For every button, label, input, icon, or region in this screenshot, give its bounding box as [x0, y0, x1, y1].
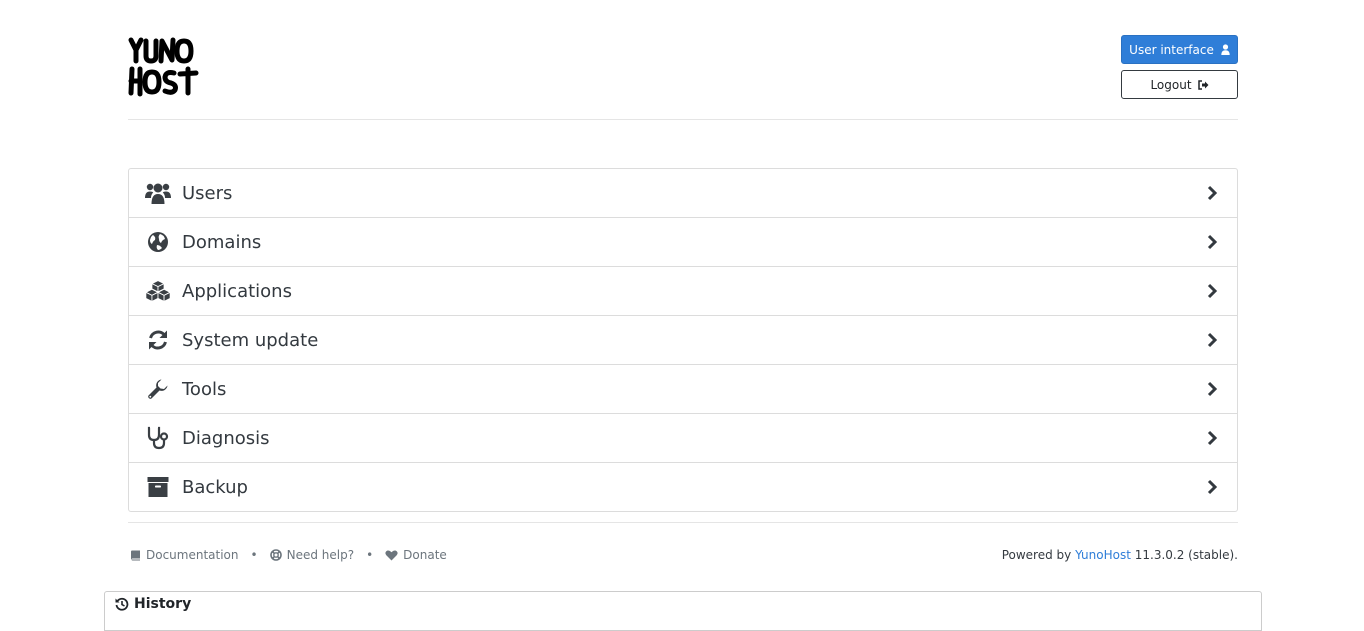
- menu-item-domains[interactable]: Domains: [129, 218, 1237, 267]
- version-text: 11.3.0.2 (stable).: [1134, 548, 1238, 562]
- menu-item-backup[interactable]: Backup: [129, 463, 1237, 511]
- need-help-link[interactable]: Need help?: [269, 548, 355, 562]
- menu-item-label: Domains: [182, 231, 262, 253]
- sign-out-icon: [1197, 79, 1209, 90]
- globe-icon: [145, 229, 171, 255]
- history-title: History: [134, 596, 192, 612]
- cubes-icon: [145, 278, 171, 304]
- header: User interface Logout: [128, 0, 1238, 120]
- need-help-label: Need help?: [286, 548, 355, 562]
- history-header[interactable]: History: [115, 596, 191, 612]
- chevron-right-icon: [1207, 479, 1218, 495]
- menu-item-applications[interactable]: Applications: [129, 267, 1237, 316]
- chevron-right-icon: [1207, 430, 1218, 446]
- book-icon: [131, 550, 140, 560]
- logout-button[interactable]: Logout: [1121, 70, 1238, 99]
- archive-icon: [145, 474, 171, 500]
- user-interface-button[interactable]: User interface: [1121, 35, 1238, 64]
- separator: •: [250, 548, 258, 562]
- menu-item-label: Tools: [182, 378, 227, 400]
- refresh-icon: [145, 327, 171, 353]
- footer-divider: [128, 522, 1238, 523]
- chevron-right-icon: [1207, 185, 1218, 201]
- main-menu: Users Domains Applications System update…: [128, 168, 1238, 512]
- wrench-icon: [145, 376, 171, 402]
- menu-item-label: Applications: [182, 280, 292, 302]
- heart-icon: [385, 550, 398, 560]
- menu-item-users[interactable]: Users: [129, 169, 1237, 218]
- logout-label: Logout: [1150, 77, 1192, 92]
- chevron-right-icon: [1207, 381, 1218, 397]
- donate-link[interactable]: Donate: [385, 548, 447, 562]
- history-panel[interactable]: History: [104, 591, 1262, 631]
- chevron-right-icon: [1207, 234, 1218, 250]
- menu-item-label: Diagnosis: [182, 427, 270, 449]
- menu-item-diagnosis[interactable]: Diagnosis: [129, 414, 1237, 463]
- yunohost-link[interactable]: YunoHost: [1075, 548, 1131, 562]
- menu-item-tools[interactable]: Tools: [129, 365, 1237, 414]
- life-ring-icon: [269, 549, 282, 561]
- menu-item-system-update[interactable]: System update: [129, 316, 1237, 365]
- yunohost-logo[interactable]: [128, 36, 200, 98]
- footer: Documentation • Need help? • Donate Powe…: [128, 548, 1238, 568]
- menu-item-label: System update: [182, 329, 319, 351]
- documentation-label: Documentation: [146, 548, 239, 562]
- users-icon: [145, 180, 171, 206]
- powered-by: Powered by YunoHost 11.3.0.2 (stable).: [1002, 548, 1238, 562]
- footer-links: Documentation • Need help? • Donate: [130, 548, 447, 562]
- page-container: User interface Logout Users Domains Appl…: [128, 0, 1238, 562]
- chevron-right-icon: [1207, 283, 1218, 299]
- user-icon: [1221, 44, 1230, 55]
- menu-item-label: Users: [182, 182, 233, 204]
- stethoscope-icon: [145, 425, 171, 451]
- user-interface-label: User interface: [1129, 42, 1214, 57]
- separator: •: [366, 548, 374, 562]
- powered-prefix: Powered by: [1001, 548, 1072, 562]
- menu-item-label: Backup: [182, 476, 248, 498]
- documentation-link[interactable]: Documentation: [130, 548, 239, 562]
- chevron-right-icon: [1207, 332, 1218, 348]
- donate-label: Donate: [403, 548, 447, 562]
